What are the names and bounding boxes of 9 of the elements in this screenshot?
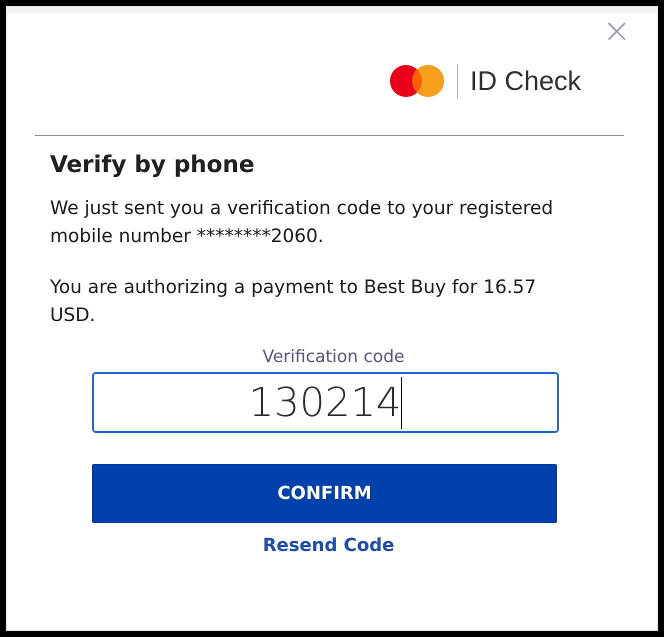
confirm-button[interactable]: CONFIRM [92, 464, 557, 523]
brand-name: ID Check [470, 66, 581, 96]
dialog-title: Verify by phone [50, 152, 256, 178]
message-text: You are authorizing a payment to Best Buy for 16.57 USD. [50, 276, 538, 328]
field-label: Verification code [262, 347, 406, 367]
resend-link[interactable]: Resend Code [262, 535, 394, 556]
circles-logo-icon [388, 64, 445, 98]
code-input-field[interactable]: 130214 [92, 372, 559, 433]
message-text: We just sent you a verification code to your registered mobile number ********2060. [50, 197, 554, 249]
